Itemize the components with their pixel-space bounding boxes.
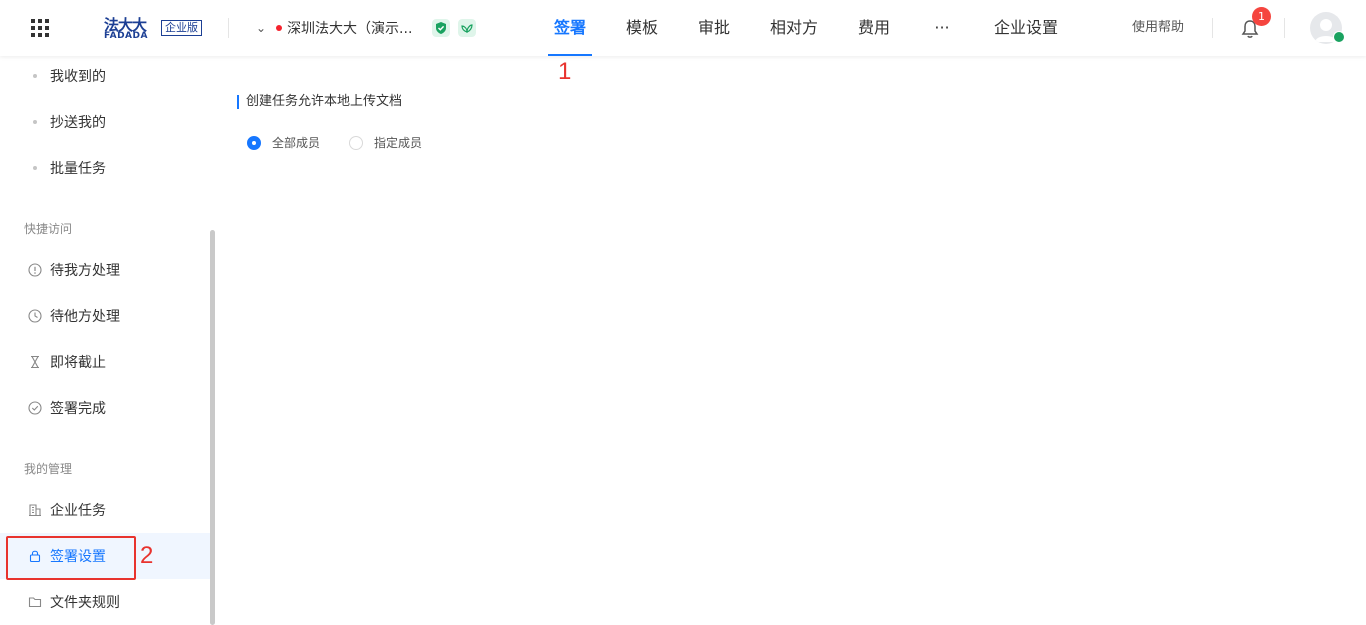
sidebar-item-due-soon[interactable]: 即将截止	[0, 339, 210, 385]
nav-fees[interactable]: 费用	[856, 0, 892, 56]
nav-sign[interactable]: 签署	[548, 0, 592, 56]
chevron-down-icon: ⌄	[256, 21, 267, 35]
check-circle-icon	[28, 401, 42, 415]
sidebar-item-folder-rules[interactable]: 文件夹规则	[0, 579, 210, 625]
notification-badge: 1	[1252, 7, 1271, 26]
verified-check-icon	[1333, 31, 1345, 43]
alert-circle-icon	[28, 263, 42, 277]
bullet-dot	[33, 120, 37, 124]
sidebar-item-completed[interactable]: 签署完成	[0, 385, 210, 431]
fadada-logo[interactable]: 法大大 FADADA 企业版	[104, 14, 204, 42]
building-icon	[29, 504, 41, 517]
radio-label: 指定成员	[374, 136, 423, 150]
annotation-number-1: 1	[558, 58, 572, 85]
quick-access-heading: 快捷访问	[24, 222, 73, 236]
radio-all-members[interactable]: 全部成员	[247, 134, 320, 151]
sidebar-item-label: 我收到的	[50, 69, 106, 85]
edition-badge: 企业版	[161, 20, 202, 36]
radio-specified-members[interactable]: 指定成员	[349, 134, 422, 151]
hourglass-icon	[31, 355, 39, 369]
sidebar-item-label: 批量任务	[50, 161, 106, 177]
annotation-number-2: 2	[140, 542, 154, 569]
app-grid-icon[interactable]	[30, 18, 50, 38]
bullet-dot	[33, 74, 37, 78]
my-management-heading: 我的管理	[24, 462, 73, 476]
sidebar-item-received[interactable]: 我收到的	[0, 53, 210, 99]
nav-enterprise-settings[interactable]: 企业设置	[992, 0, 1060, 56]
annotation-box-2	[6, 536, 136, 580]
bullet-dot	[33, 166, 37, 170]
clock-icon	[28, 309, 42, 323]
status-dot	[276, 25, 283, 31]
sidebar-item-pending-others[interactable]: 待他方处理	[0, 293, 210, 339]
nav-approval[interactable]: 审批	[696, 0, 732, 56]
sidebar-item-label: 企业任务	[50, 503, 106, 519]
radio-label: 全部成员	[272, 136, 321, 150]
logo-text-en: FADADA	[104, 31, 148, 41]
sidebar-item-cc-me[interactable]: 抄送我的	[0, 99, 210, 145]
sidebar-item-label: 文件夹规则	[50, 595, 120, 611]
sidebar-item-pending-mine[interactable]: 待我方处理	[0, 247, 210, 293]
main-content: 创建任务允许本地上传文档 全部成员 指定成员	[215, 56, 1366, 625]
company-switcher[interactable]: ⌄ 深圳法大大（演示...	[256, 18, 412, 38]
sidebar-item-batch-tasks[interactable]: 批量任务	[0, 145, 210, 191]
section-title: 创建任务允许本地上传文档	[237, 95, 402, 109]
sidebar-item-label: 即将截止	[50, 355, 106, 371]
nav-counterparties[interactable]: 相对方	[768, 0, 820, 56]
company-name: 深圳法大大（演示...	[287, 21, 413, 37]
folder-icon	[28, 597, 42, 608]
sidebar-item-enterprise-tasks[interactable]: 企业任务	[0, 487, 210, 533]
radio-circle	[247, 135, 261, 150]
verified-shield-icon[interactable]	[432, 19, 450, 37]
sidebar-item-label: 抄送我的	[50, 115, 106, 131]
radio-circle	[349, 135, 363, 150]
nav-more[interactable]: ···	[928, 0, 956, 56]
divider	[1212, 18, 1213, 38]
sidebar-item-label: 待他方处理	[50, 309, 120, 325]
nav-templates[interactable]: 模板	[624, 0, 660, 56]
help-link[interactable]: 使用帮助	[1132, 18, 1184, 38]
top-bar: 法大大 FADADA 企业版 ⌄ 深圳法大大（演示... 签署 模板 审批 相对…	[0, 0, 1366, 56]
divider	[228, 18, 229, 38]
divider	[1284, 18, 1285, 38]
sidebar-item-label: 待我方处理	[50, 263, 120, 279]
green-leaf-icon[interactable]	[458, 19, 476, 37]
sidebar-item-label: 签署完成	[50, 401, 106, 417]
